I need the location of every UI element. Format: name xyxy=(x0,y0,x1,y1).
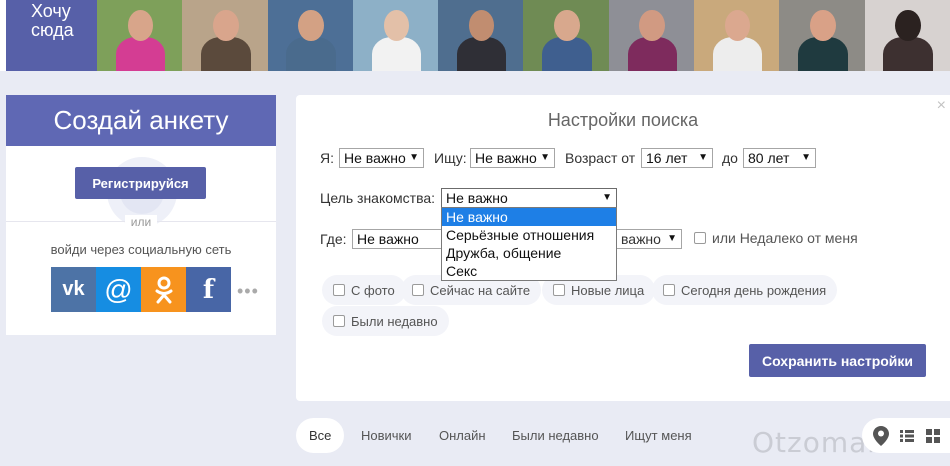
checkbox-icon xyxy=(663,284,675,296)
photo-face xyxy=(213,9,239,42)
chevron-down-icon: ▼ xyxy=(409,152,419,163)
profile-photo[interactable] xyxy=(523,0,609,71)
vk-icon: vk xyxy=(62,278,85,300)
or-label: или xyxy=(6,215,276,229)
photo-figure xyxy=(371,36,422,71)
tab-newbies[interactable]: Новички xyxy=(361,418,412,453)
grid-view-icon[interactable] xyxy=(923,426,943,446)
tab-recently-active[interactable]: Были недавно xyxy=(512,418,599,453)
ok-login-button[interactable] xyxy=(141,267,186,312)
seek-label: Ищу: xyxy=(434,150,467,166)
goal-option-serious[interactable]: Серьёзные отношения xyxy=(442,226,616,244)
photo-face xyxy=(639,9,666,42)
photo-face xyxy=(895,9,921,42)
photo-figure xyxy=(712,36,763,71)
register-card: Создай анкету Регистрируйся или войди че… xyxy=(6,95,276,335)
photo-figure xyxy=(627,36,677,71)
register-title: Создай анкету xyxy=(6,95,276,146)
map-pin-icon[interactable] xyxy=(871,425,891,446)
register-button[interactable]: Регистрируйся xyxy=(75,167,206,199)
photo-face xyxy=(383,9,410,42)
mail-icon: @ xyxy=(104,273,133,305)
age-label: Возраст от xyxy=(565,150,636,166)
goal-label: Цель знакомства: xyxy=(320,190,436,206)
goal-dropdown-list: Не важно Серьёзные отношения Дружба, общ… xyxy=(441,207,617,281)
chevron-down-icon: ▼ xyxy=(602,192,612,203)
profile-photo[interactable] xyxy=(864,0,950,71)
filter-with-photo[interactable]: С фото xyxy=(322,275,406,305)
checkbox-icon xyxy=(333,284,345,296)
goal-option-sex[interactable]: Секс xyxy=(442,262,616,280)
photo-figure xyxy=(286,36,336,71)
photo-face xyxy=(810,9,836,42)
tab-looking-for-me[interactable]: Ищут меня xyxy=(625,418,692,453)
photo-face xyxy=(554,9,580,42)
chevron-down-icon: ▼ xyxy=(801,152,811,163)
odnoklassniki-icon xyxy=(155,276,172,303)
i-select[interactable]: Не важно ▼ xyxy=(339,148,424,168)
profile-photo[interactable] xyxy=(694,0,780,71)
age-to-select[interactable]: 80 лет ▼ xyxy=(743,148,816,168)
facebook-login-button[interactable]: f xyxy=(186,267,231,312)
age-from-select[interactable]: 16 лет ▼ xyxy=(641,148,713,168)
filter-recently-active[interactable]: Были недавно xyxy=(322,306,449,336)
top-photo-strip: Хочу сюда xyxy=(0,0,950,71)
photo-figure xyxy=(798,36,848,71)
goal-option-friendship[interactable]: Дружба, общение xyxy=(442,244,616,262)
photo-face xyxy=(298,9,324,42)
profile-photo[interactable] xyxy=(182,0,268,71)
profile-photo[interactable] xyxy=(267,0,353,71)
photo-figure xyxy=(115,36,166,71)
profile-photos xyxy=(97,0,950,71)
nearby-checkbox[interactable]: или Недалеко от меня xyxy=(694,230,858,246)
chevron-down-icon: ▼ xyxy=(540,152,550,163)
tab-online[interactable]: Онлайн xyxy=(439,418,486,453)
goal-select[interactable]: Не важно ▼ xyxy=(441,188,617,208)
where-value-partial: важно xyxy=(621,231,665,247)
profile-photo[interactable] xyxy=(352,0,439,71)
checkbox-icon xyxy=(333,315,345,327)
profile-photo[interactable] xyxy=(97,0,183,71)
goal-option-any[interactable]: Не важно xyxy=(442,208,616,226)
chevron-down-icon: ▼ xyxy=(667,233,677,244)
checkbox-icon xyxy=(694,232,706,244)
where-label: Где: xyxy=(320,231,347,247)
profile-photo[interactable] xyxy=(438,0,524,71)
checkbox-icon xyxy=(412,284,424,296)
save-settings-button[interactable]: Сохранить настройки xyxy=(749,344,926,377)
facebook-icon: f xyxy=(202,274,215,305)
chevron-down-icon: ▼ xyxy=(698,152,708,163)
mail-login-button[interactable]: @ xyxy=(96,267,141,312)
photo-figure xyxy=(201,36,251,71)
search-settings-panel: × Настройки поиска Я: Не важно ▼ Ищу: Не … xyxy=(296,95,950,401)
want-here-button[interactable]: Хочу сюда xyxy=(6,0,97,71)
photo-figure xyxy=(542,36,592,71)
panel-title: Настройки поиска xyxy=(547,110,699,130)
tab-all[interactable]: Все xyxy=(296,418,345,453)
profile-photo[interactable] xyxy=(608,0,695,71)
filter-birthday-today[interactable]: Сегодня день рождения xyxy=(652,275,838,305)
social-buttons: vk @ f xyxy=(51,267,231,312)
checkbox-icon xyxy=(553,284,565,296)
view-switcher xyxy=(862,418,950,453)
vk-login-button[interactable]: vk xyxy=(51,267,96,312)
more-social-icon[interactable]: ••• xyxy=(237,281,259,302)
photo-figure xyxy=(883,36,933,71)
social-login-text: войди через социальную сеть xyxy=(50,242,232,257)
i-label: Я: xyxy=(320,150,334,166)
list-view-icon[interactable] xyxy=(897,426,917,446)
profile-photo[interactable] xyxy=(779,0,865,71)
photo-figure xyxy=(456,36,507,71)
seek-select[interactable]: Не важно ▼ xyxy=(470,148,555,168)
age-to-label: до xyxy=(722,150,738,166)
